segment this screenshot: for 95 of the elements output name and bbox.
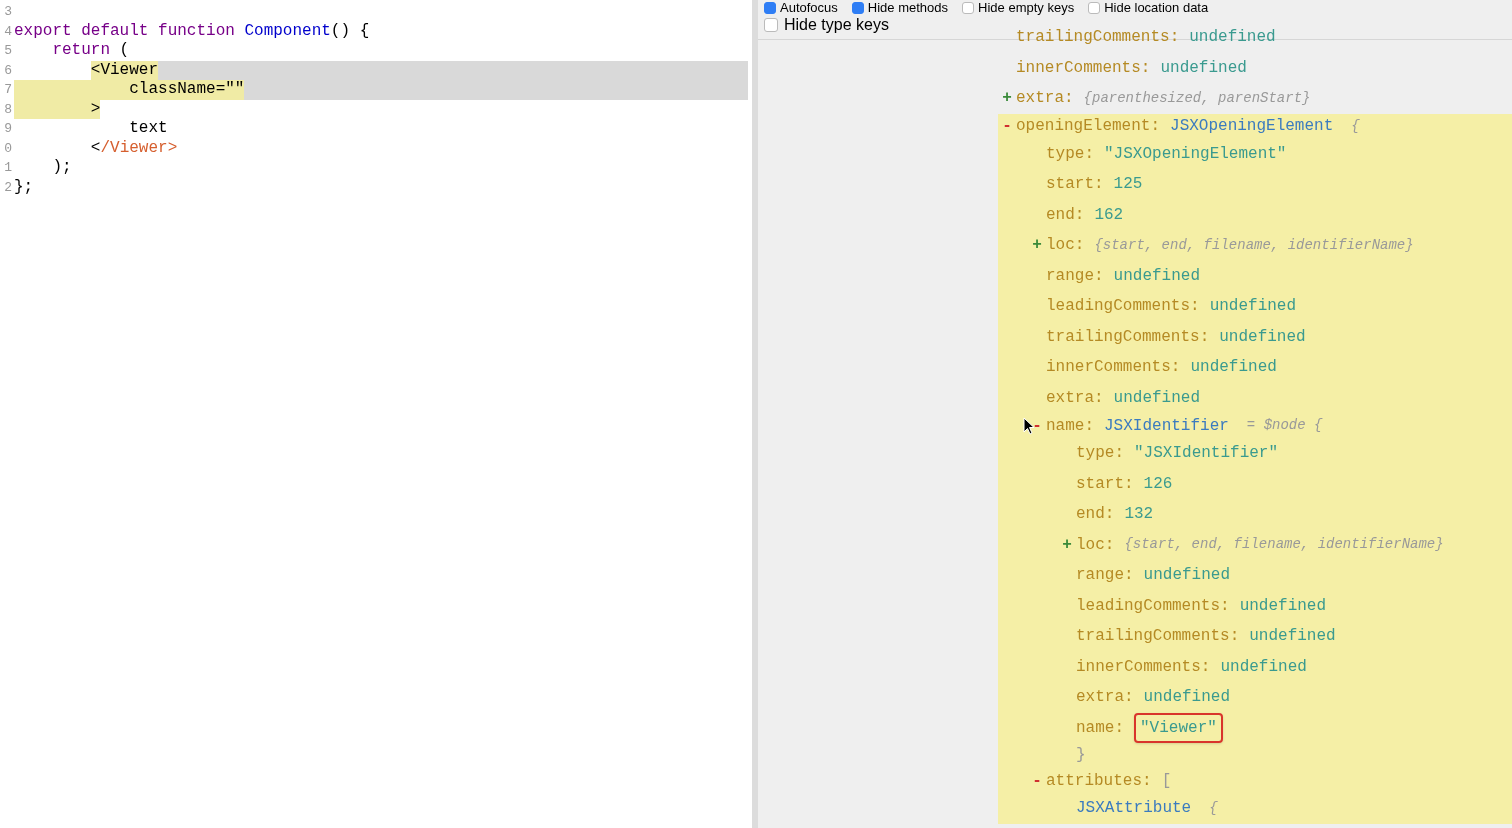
property-key: trailingComments: (1046, 324, 1210, 349)
property-key: extra: (1046, 385, 1104, 410)
property-key: innerComments: (1046, 355, 1181, 380)
code-token: < (90, 138, 101, 158)
option-label: Hide empty keys (978, 1, 1075, 15)
node-suffix: { (1351, 116, 1360, 136)
line-number: 4 (3, 22, 13, 41)
code-token: text (129, 119, 168, 139)
line-number: 1 (3, 159, 13, 177)
option-checkbox[interactable] (764, 2, 776, 14)
property-key: type: (1046, 141, 1094, 166)
property-value: 162 (1094, 204, 1124, 226)
option-checkbox[interactable] (851, 2, 864, 14)
code-token: export default function (14, 21, 236, 41)
option-checkbox[interactable] (764, 18, 778, 32)
property-value: undefined (1219, 326, 1306, 348)
collapse-toggle[interactable]: - (1032, 417, 1042, 434)
property-value: undefined (1249, 626, 1336, 648)
property-value: "JSXOpeningElement" (1104, 143, 1287, 165)
property-value: 126 (1143, 473, 1173, 495)
property-value: "Viewer" (1134, 712, 1223, 743)
code-token: }; (14, 177, 34, 197)
collapse-toggle[interactable]: - (1032, 772, 1042, 789)
line-number: 2 (3, 178, 13, 197)
line-number: 9 (3, 120, 13, 138)
property-value: {start, end, filename, identifierName} (1094, 235, 1414, 255)
property-key: innerComments: (1076, 654, 1211, 679)
property-key: end: (1046, 202, 1085, 227)
node-suffix: { (1209, 798, 1218, 818)
line-number: 3 (3, 3, 13, 21)
property-value: undefined (1143, 687, 1231, 709)
code-token: return (52, 41, 110, 61)
property-value: undefined (1190, 357, 1277, 379)
property-key: end: (1076, 502, 1115, 527)
line-number: 0 (3, 139, 13, 158)
property-value: undefined (1189, 27, 1276, 49)
property-value: 132 (1124, 504, 1154, 526)
option-label: Hide methods (867, 1, 949, 15)
line-number: 8 (3, 100, 13, 119)
code-token: Component (244, 21, 331, 41)
property-value: undefined (1239, 595, 1327, 617)
property-key: loc: (1046, 233, 1085, 258)
code-token: () { (330, 21, 370, 41)
code-token: className="" (129, 80, 245, 100)
property-value: undefined (1113, 265, 1201, 287)
line-number: 6 (3, 61, 13, 80)
collapse-toggle[interactable]: - (1002, 118, 1012, 134)
expand-toggle[interactable]: + (1032, 237, 1042, 254)
property-value: {start, end, filename, identifierName} (1124, 535, 1444, 555)
property-value: undefined (1143, 565, 1231, 587)
property-value: "JSXIdentifier" (1134, 443, 1279, 465)
property-key: extra: (1016, 86, 1074, 111)
property-key: extra: (1076, 685, 1134, 710)
code-token: /Viewer> (100, 138, 178, 158)
property-value: JSXOpeningElement (1170, 116, 1334, 137)
property-key: openingElement: (1016, 114, 1161, 138)
line-number: 7 (3, 81, 13, 99)
property-key: name: (1046, 413, 1094, 438)
property-value: undefined (1160, 57, 1247, 79)
property-value: undefined (1220, 656, 1307, 678)
property-value: undefined (1209, 296, 1297, 318)
property-key: leadingComments: (1046, 294, 1200, 319)
option-checkbox[interactable] (1088, 2, 1101, 14)
line-number: 5 (3, 42, 13, 60)
property-value: {parenthesized, parenStart} (1083, 88, 1311, 108)
mouse-cursor-icon (1023, 417, 1035, 435)
property-value: undefined (1113, 387, 1201, 409)
expand-toggle[interactable]: + (1002, 90, 1012, 107)
option-label: Hide type keys (784, 15, 889, 35)
property-value: JSXIdentifier (1104, 415, 1229, 437)
code-token: ); (52, 158, 72, 178)
property-value: [ (1161, 770, 1172, 792)
property-key: attributes: (1046, 768, 1152, 793)
property-key: type: (1076, 441, 1124, 466)
property-key: range: (1076, 563, 1134, 588)
option-checkbox[interactable] (962, 2, 975, 14)
property-key: start: (1046, 172, 1104, 197)
property-key: name: (1076, 715, 1124, 740)
code-token: <Viewer (90, 60, 159, 80)
node-suffix: = $node { (1246, 416, 1323, 435)
property-value: 125 (1113, 174, 1143, 196)
property-value: JSXAttribute (1076, 798, 1192, 820)
property-key: range: (1046, 263, 1104, 288)
option-label: Autofocus (780, 1, 838, 15)
property-key: trailingComments: (1076, 624, 1240, 649)
code-token: ( (118, 41, 130, 61)
expand-toggle[interactable]: + (1062, 536, 1072, 553)
property-key: start: (1076, 471, 1134, 496)
option-label: Hide location data (1104, 1, 1209, 15)
property-key: innerComments: (1016, 55, 1151, 80)
property-key: loc: (1076, 532, 1115, 557)
closing-brace: } (1076, 746, 1086, 764)
property-key: trailingComments: (1016, 25, 1180, 50)
property-key: leadingComments: (1076, 593, 1230, 618)
code-token: > (90, 99, 101, 119)
